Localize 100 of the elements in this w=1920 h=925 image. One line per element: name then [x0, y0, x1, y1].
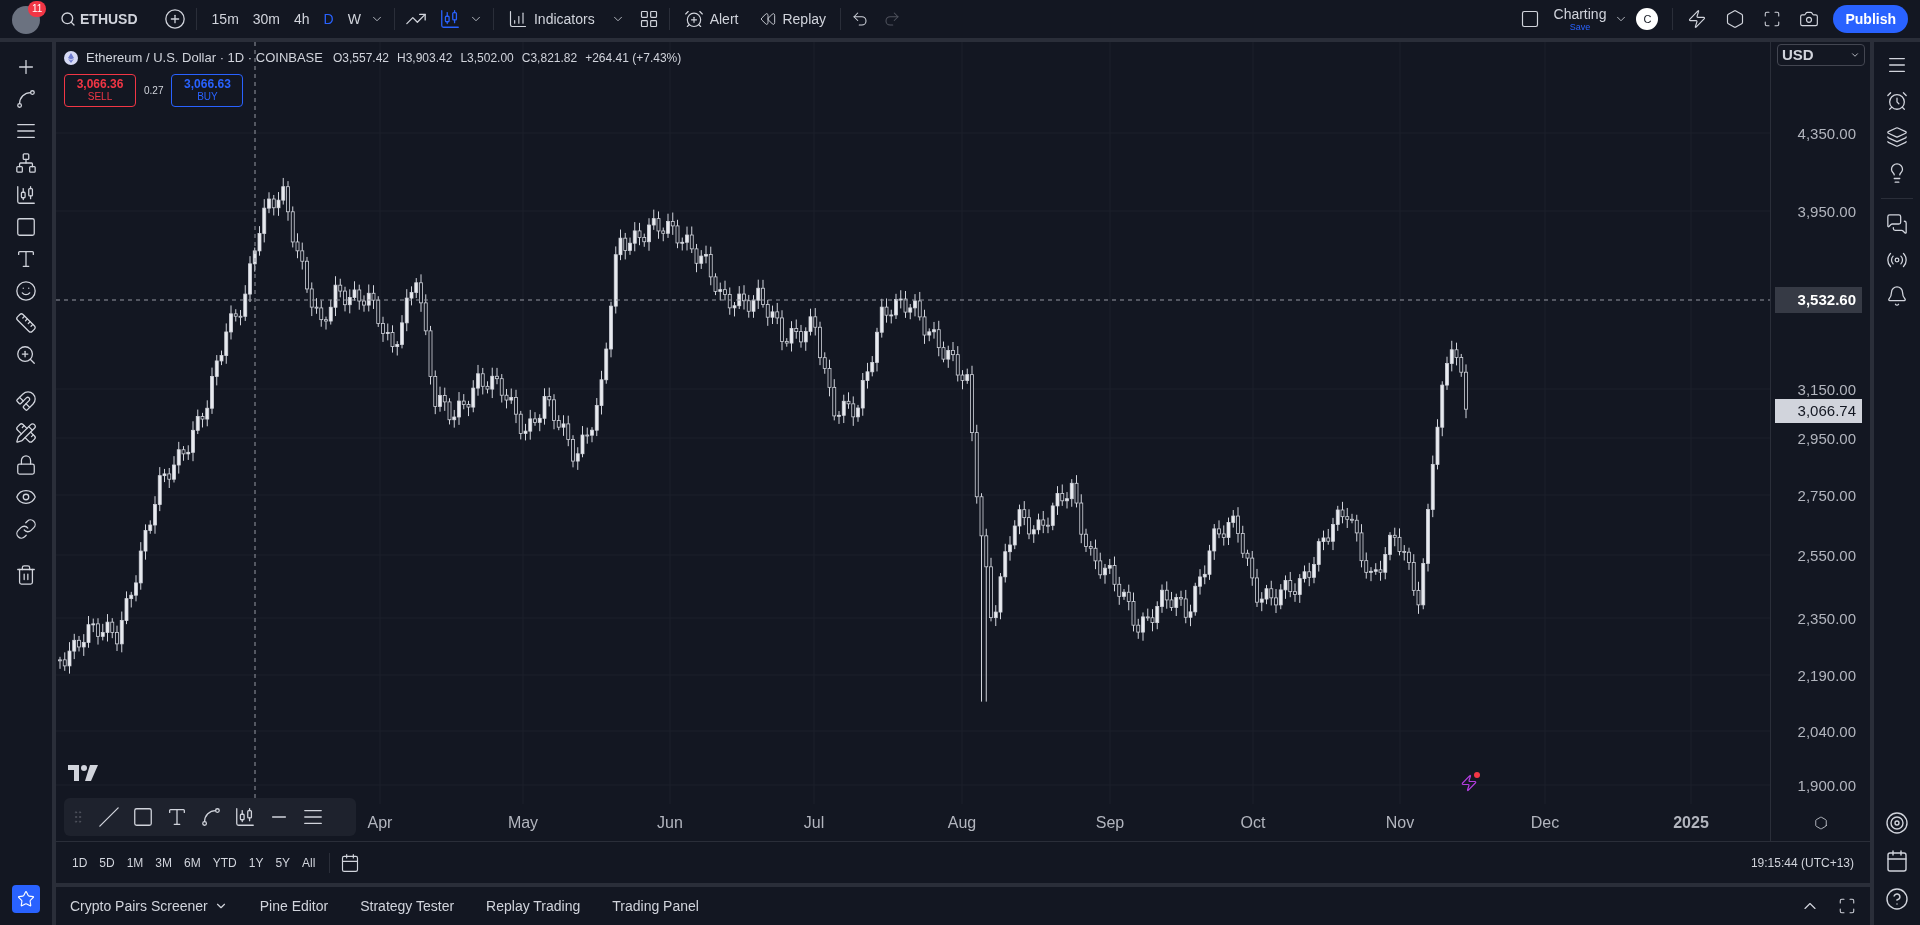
calendar-icon[interactable] — [1885, 849, 1909, 873]
time-tick: May — [507, 812, 539, 833]
alarm-clock-icon[interactable] — [1886, 90, 1908, 112]
interval-button[interactable]: D — [318, 8, 339, 30]
time-tick: Sep — [1095, 812, 1125, 833]
camera-icon[interactable] — [1799, 9, 1820, 29]
fullscreen-icon[interactable] — [1763, 10, 1782, 28]
interval-button[interactable]: 15m — [206, 8, 244, 30]
price-tick: 2,040.00 — [1797, 723, 1856, 739]
trend-line-icon[interactable] — [200, 806, 222, 828]
time-tick: 2025 — [1673, 812, 1709, 833]
pencil-ruler-icon[interactable] — [15, 422, 37, 444]
notification-badge: 11 — [28, 1, 47, 17]
publish-button[interactable]: Publish — [1833, 5, 1908, 33]
text-icon[interactable] — [15, 248, 37, 270]
clock-time[interactable]: 19:15:44 (UTC+13) — [1750, 853, 1854, 872]
panel-tab[interactable]: Replay Trading — [486, 895, 581, 917]
indicators-button[interactable]: Indicators — [503, 8, 599, 30]
price-tick: 3,150.00 — [1797, 381, 1856, 397]
settings-icon[interactable] — [1813, 815, 1828, 830]
panel-tab[interactable]: Crypto Pairs Screener — [70, 895, 228, 917]
layers-icon[interactable] — [1886, 126, 1908, 148]
trash-icon[interactable] — [15, 564, 37, 586]
chart-icon — [507, 9, 528, 29]
time-tick: Nov — [1385, 812, 1415, 833]
panel-tab[interactable]: Strategy Tester — [360, 895, 455, 917]
interval-button[interactable]: 4h — [289, 8, 315, 30]
symbol-search[interactable]: ETHUSD — [56, 8, 142, 30]
price-tick: 2,350.00 — [1797, 610, 1856, 626]
calendar-icon[interactable] — [340, 852, 361, 873]
save-status: Save — [1569, 22, 1591, 32]
ohlc-value: L3,502.00 — [460, 49, 514, 67]
chat-icon[interactable] — [1886, 213, 1908, 235]
user-avatar[interactable]: C — [1636, 8, 1659, 30]
candlestick-icon[interactable] — [15, 184, 37, 206]
rectangle-icon[interactable] — [132, 806, 154, 828]
square-icon[interactable] — [1519, 9, 1540, 29]
layout-menu[interactable]: Charting Save — [1553, 6, 1607, 32]
zoom-in-icon[interactable] — [15, 344, 37, 366]
rectangle-icon[interactable] — [15, 216, 37, 238]
add-symbol-icon[interactable] — [163, 8, 186, 30]
candlestick-icon[interactable] — [234, 806, 256, 828]
range-button[interactable]: 1M — [122, 853, 148, 872]
sell-button[interactable]: 3,066.36 SELL — [64, 73, 136, 107]
price-axis[interactable]: USD 4,350.00 3,950.00 3,150.00 2,950.00 2,750.00 2,550.00 2,350.00 2,190.00 2,040.00 1,900.00 3,532.60 3,066.74 — [1770, 42, 1870, 804]
alert-button[interactable]: Alert — [679, 8, 743, 30]
range-button[interactable]: 5D — [95, 853, 119, 872]
price-tick: 3,950.00 — [1797, 203, 1856, 219]
time-tick: Apr — [367, 812, 393, 833]
maximize-icon[interactable] — [1838, 897, 1856, 915]
target-icon[interactable] — [1885, 811, 1909, 835]
grid-icon[interactable] — [638, 9, 659, 29]
alarm-clock-icon — [683, 9, 704, 29]
price-tick: 2,750.00 — [1797, 487, 1856, 503]
spread-value: 0.27 — [144, 83, 164, 98]
panel-tab[interactable]: Trading Panel — [612, 895, 699, 917]
ohlc-value: H3,903.42 — [397, 49, 453, 67]
star-icon — [17, 890, 35, 908]
range-button[interactable]: 6M — [180, 853, 205, 872]
bell-icon[interactable] — [1886, 285, 1908, 307]
lightning-icon[interactable] — [1687, 9, 1708, 29]
lock-icon[interactable] — [15, 454, 37, 476]
time-tick: Oct — [1240, 812, 1266, 833]
range-button[interactable]: All — [298, 853, 320, 872]
range-button[interactable]: YTD — [208, 853, 241, 872]
ruler-icon[interactable] — [15, 312, 37, 334]
line-icon[interactable] — [98, 806, 120, 828]
ohlc-value: O3,557.42 — [332, 49, 389, 67]
interval-button[interactable]: W — [342, 8, 366, 30]
price-tick: 2,190.00 — [1797, 667, 1856, 683]
undo-icon[interactable] — [851, 10, 870, 28]
link-icon[interactable] — [15, 518, 37, 540]
magnet-icon[interactable] — [15, 390, 37, 412]
instrument-title[interactable]: Ethereum / U.S. Dollar · 1D · COINBASE — [86, 48, 323, 68]
text-icon[interactable] — [166, 806, 188, 828]
interval-button[interactable]: 30m — [247, 8, 286, 30]
chart-plot[interactable]: Ethereum / U.S. Dollar · 1D · COINBASE O3,557.42 H3,903.42 L3,502.00 C3,821.82 +264.41 (+7.43%) 3,066.36 SELL 0.27 3,066.63 BUY — [56, 42, 1770, 804]
ohlc-value: C3,821.82 — [521, 49, 578, 67]
currency-dropdown[interactable]: USD — [1777, 44, 1865, 66]
last-price-label: 3,066.74 — [1775, 399, 1862, 423]
range-button[interactable]: 1Y — [244, 853, 268, 872]
favorites-button[interactable] — [12, 885, 40, 913]
buy-button[interactable]: 3,066.63 BUY — [171, 73, 244, 107]
trend-line-icon[interactable] — [15, 88, 37, 110]
panel-tab[interactable]: Pine Editor — [259, 895, 329, 917]
time-tick: Jun — [657, 812, 683, 833]
range-button[interactable]: 3M — [151, 853, 177, 872]
replay-button[interactable]: Replay — [756, 8, 831, 30]
price-tick: 1,900.00 — [1797, 777, 1856, 793]
ethereum-logo-icon — [64, 50, 78, 65]
search-icon — [60, 11, 76, 27]
price-tick: 2,950.00 — [1797, 430, 1856, 446]
time-tick: Aug — [947, 812, 977, 833]
time-tick: Jul — [803, 812, 825, 833]
price-tick: 4,350.00 — [1797, 125, 1856, 141]
range-button[interactable]: 5Y — [271, 853, 295, 872]
settings-icon[interactable] — [1725, 9, 1746, 29]
help-icon[interactable] — [1885, 887, 1909, 911]
smiley-icon[interactable] — [15, 280, 37, 302]
range-button[interactable]: 1D — [68, 853, 92, 872]
